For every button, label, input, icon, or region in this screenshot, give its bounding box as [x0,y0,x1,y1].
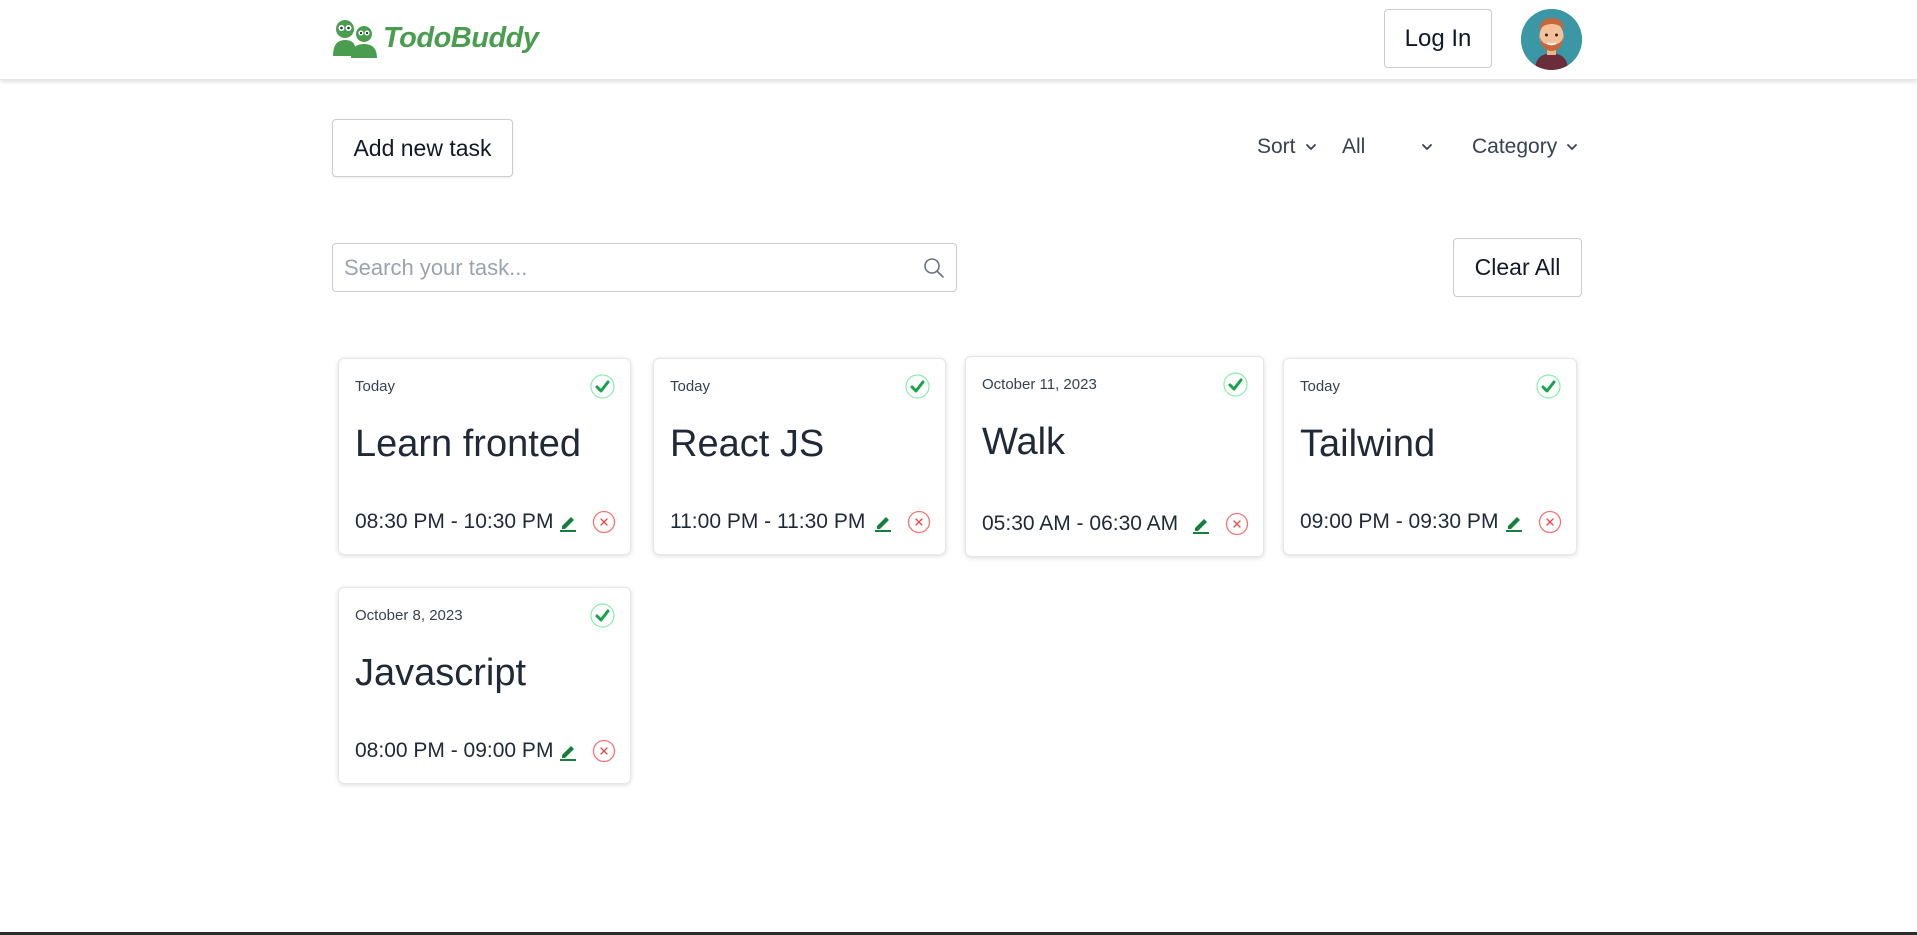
user-avatar-icon [1521,9,1582,70]
task-time: 11:00 PM - 11:30 PM [670,510,866,533]
delete-circle-icon[interactable] [1225,512,1249,536]
task-card: Today React JS 11:00 PM - 11:30 PM [653,358,946,555]
brand-name: TodoBuddy [383,21,539,54]
delete-circle-icon[interactable] [592,739,616,763]
sort-label: Sort [1257,135,1296,158]
task-date: Today [1300,378,1341,395]
check-circle-icon[interactable] [590,603,615,628]
filter-value: All [1342,135,1366,158]
chevron-down-icon [1305,144,1316,151]
edit-pencil-icon[interactable] [558,741,578,761]
task-card: October 8, 2023 Javascript 08:00 PM - 09… [338,587,631,784]
check-circle-icon[interactable] [590,374,615,399]
task-date: October 11, 2023 [982,376,1097,393]
task-time: 08:30 PM - 10:30 PM [355,510,554,533]
edit-pencil-icon[interactable] [873,512,893,532]
filter-select[interactable]: All [1342,135,1434,159]
task-date: Today [355,378,396,395]
task-time: 05:30 AM - 06:30 AM [982,512,1179,535]
task-time: 09:00 PM - 09:30 PM [1300,510,1499,533]
edit-pencil-icon[interactable] [1191,514,1211,534]
task-title: Javascript [355,652,527,694]
add-new-task-button[interactable]: Add new task [332,119,513,177]
category-dropdown[interactable]: Category [1472,135,1579,159]
task-date: Today [670,378,711,395]
buddies-logo-icon [333,20,377,58]
edit-pencil-icon[interactable] [558,512,578,532]
user-avatar[interactable] [1521,9,1582,70]
task-date: October 8, 2023 [355,607,463,624]
chevron-down-icon [1422,144,1433,151]
brand-logo[interactable]: TodoBuddy [331,18,539,58]
edit-pencil-icon[interactable] [1504,512,1524,532]
task-title: Tailwind [1300,423,1436,465]
task-card: Today Tailwind 09:00 PM - 09:30 PM [1283,358,1577,555]
task-card: October 11, 2023 Walk 05:30 AM - 06:30 A… [965,356,1264,557]
task-title: Walk [982,421,1066,463]
category-label: Category [1472,135,1558,158]
search-icon[interactable] [922,256,946,280]
clear-all-button[interactable]: Clear All [1453,238,1582,297]
task-card: Today Learn fronted 08:30 PM - 10:30 PM [338,358,631,555]
login-button[interactable]: Log In [1384,9,1492,68]
search-box [332,243,957,292]
chevron-down-icon [1567,144,1578,151]
delete-circle-icon[interactable] [1538,510,1562,534]
delete-circle-icon[interactable] [907,510,931,534]
top-navbar: TodoBuddy Log In [0,0,1917,80]
task-title: Learn fronted [355,423,582,465]
check-circle-icon[interactable] [1223,372,1248,397]
sort-dropdown[interactable]: Sort [1257,135,1318,159]
search-input[interactable] [344,252,904,284]
delete-circle-icon[interactable] [592,510,616,534]
check-circle-icon[interactable] [1536,374,1561,399]
check-circle-icon[interactable] [905,374,930,399]
task-title: React JS [670,423,825,465]
task-time: 08:00 PM - 09:00 PM [355,739,554,762]
